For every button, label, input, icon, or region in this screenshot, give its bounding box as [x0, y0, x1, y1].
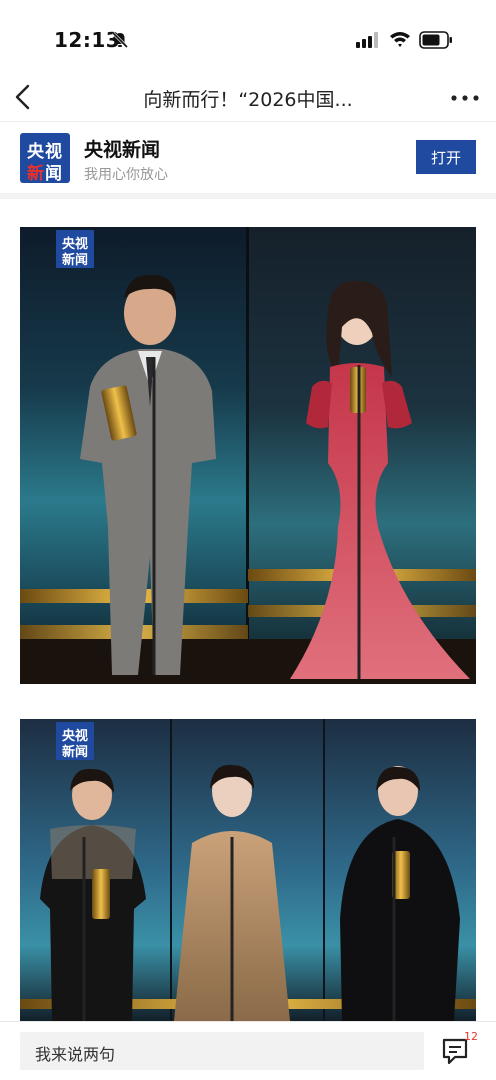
battery-icon [419, 31, 452, 49]
comment-input[interactable]: 我来说两句 [20, 1032, 424, 1070]
watermark-logo: 央视 新闻 [56, 230, 94, 268]
logo-line-2: 新闻 [20, 159, 70, 183]
cctv-news-logo: 央视 新闻 [20, 133, 70, 183]
open-app-button[interactable]: 打开 [416, 140, 476, 174]
brand-slogan: 我用心你放心 [84, 167, 168, 183]
more-dots-icon[interactable] [450, 94, 480, 102]
comment-placeholder: 我来说两句 [35, 1045, 116, 1064]
section-divider [0, 193, 496, 199]
photo-2-scene [20, 719, 476, 1021]
page-title: 向新而行！“2026中国... [143, 89, 353, 111]
mute-icon [111, 31, 129, 49]
photo-1-scene [20, 227, 476, 684]
article-photo-1[interactable]: 央视 新闻 [20, 227, 476, 684]
brand-banner: 央视 新闻 央视新闻 我用心你放心 打开 [0, 123, 496, 193]
status-bar: 12:13 [0, 0, 496, 76]
nav-bar: 向新而行！“2026中国... [0, 76, 496, 122]
comment-count-badge: 12 [464, 1030, 478, 1043]
watermark-line-2: 新闻 [61, 253, 88, 268]
watermark-logo: 央视 新闻 [56, 722, 94, 760]
logo-char-1: 新 [27, 164, 45, 183]
article-photo-2[interactable]: 央视 新闻 [20, 719, 476, 1021]
brand-name: 央视新闻 [84, 139, 161, 161]
wifi-icon [390, 32, 410, 47]
chevron-left-icon[interactable] [12, 82, 38, 112]
signal-icon [356, 32, 378, 48]
watermark-line-2: 新闻 [61, 745, 88, 760]
logo-char-2: 闻 [45, 164, 63, 183]
comment-bar: 我来说两句 12 [0, 1021, 496, 1080]
